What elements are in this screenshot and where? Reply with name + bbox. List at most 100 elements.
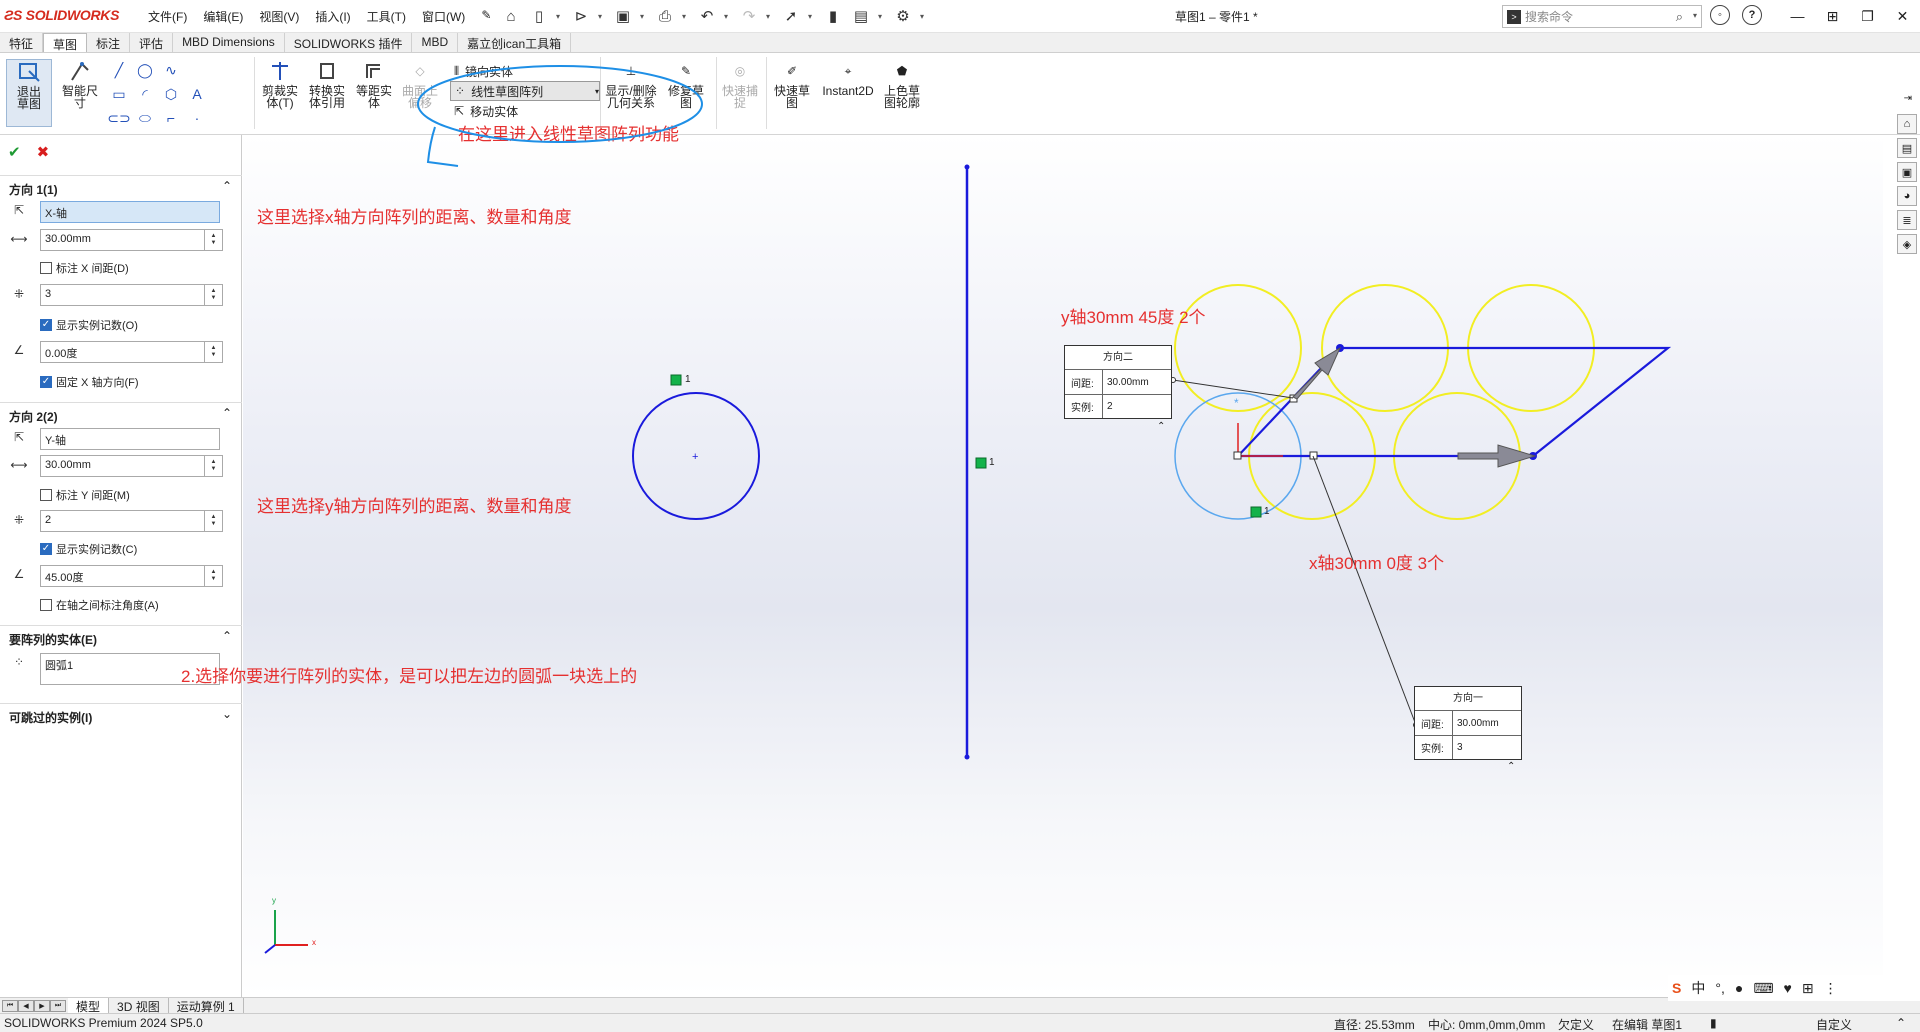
menu-insert[interactable]: 插入(I) [307, 8, 358, 25]
line-icon[interactable]: ╱ [110, 61, 128, 79]
direction2-count-field[interactable]: 2 [40, 510, 205, 532]
user-icon[interactable]: ◦ [1710, 5, 1730, 25]
last-tab-icon[interactable]: ⏭ [50, 999, 66, 1012]
rectangle-icon[interactable]: ▭ [110, 85, 128, 103]
menu-tools[interactable]: 工具(T) [359, 8, 414, 25]
line-endpoint[interactable] [964, 164, 970, 170]
search-icon[interactable]: ⌕ [1676, 9, 1683, 25]
tab-addins[interactable]: SOLIDWORKS 插件 [285, 33, 413, 52]
arc-icon[interactable]: ◜ [136, 85, 154, 103]
checkbox-box[interactable] [40, 599, 52, 611]
direction1-angle-field[interactable]: 0.00度 [40, 341, 205, 363]
appearances-icon[interactable]: ◕ [1897, 186, 1917, 206]
direction1-spacing-field[interactable]: 30.00mm [40, 229, 205, 251]
close-icon[interactable]: ✕ [1885, 4, 1920, 28]
show-count-checkbox[interactable]: ✓ 显示实例记数(C) [40, 541, 137, 557]
circle-icon[interactable]: ◯ [136, 61, 154, 79]
direction1-count-field[interactable]: 3 [40, 284, 205, 306]
chevron-down-icon[interactable]: ▾ [640, 12, 648, 21]
save-icon[interactable]: ▣ [612, 5, 634, 27]
chevron-down-icon[interactable]: ▾ [556, 12, 564, 21]
units-selector[interactable]: 自定义 [1816, 1016, 1852, 1032]
ellipse-icon[interactable]: ⬭ [136, 109, 154, 127]
tab-motion-study[interactable]: 运动算例 1 [169, 998, 244, 1014]
chevron-down-icon[interactable]: ▾ [598, 12, 606, 21]
chevron-down-icon[interactable]: ▾ [724, 12, 732, 21]
dir1-arrow-icon[interactable] [1457, 444, 1537, 468]
chevron-down-icon[interactable]: ▾ [878, 12, 886, 21]
print-icon[interactable]: ⎙ [654, 5, 676, 27]
tab-ican-toolbox[interactable]: 嘉立创ican工具箱 [458, 33, 572, 52]
spinner-icon[interactable]: ▲ ▼ [205, 510, 223, 532]
chevron-up-icon[interactable]: ⌃ [222, 629, 232, 643]
ok-icon[interactable]: ✔ [8, 143, 21, 161]
spinner-icon[interactable]: ▲ ▼ [205, 565, 223, 587]
spacing-value[interactable]: 30.00mm [1103, 377, 1149, 388]
relation-marker-icon[interactable] [975, 457, 987, 469]
microphone-icon[interactable]: ● [1735, 980, 1743, 996]
direction1-header[interactable]: 方向 1(1) ⌃ [0, 175, 242, 197]
ime-language[interactable]: 中 [1691, 978, 1705, 998]
checkbox-box[interactable] [40, 262, 52, 274]
chevron-up-icon[interactable]: ⌃ [222, 179, 232, 193]
search-input[interactable]: > 搜索命令 ⌕ ▾ [1502, 5, 1702, 28]
checkbox-box[interactable]: ✓ [40, 543, 52, 555]
prev-tab-icon[interactable]: ◀ [18, 999, 34, 1012]
undo-icon[interactable]: ↶ [696, 5, 718, 27]
fillet-icon[interactable]: ⌐ [162, 109, 180, 127]
app-logo[interactable]: ƧS SOLIDWORKS [4, 7, 119, 23]
menu-edit[interactable]: 编辑(E) [195, 8, 251, 25]
linear-sketch-pattern-item[interactable]: ⁘ 线性草图阵列 ▾ [450, 81, 600, 101]
tile-icon[interactable]: ⊞ [1815, 4, 1850, 28]
slot-icon[interactable]: ⊂⊃ [107, 109, 130, 127]
gear-icon[interactable]: ⚙ [892, 5, 914, 27]
display-relations-button[interactable]: ⊥ 显示/删除几何关系 [604, 59, 658, 109]
restore-icon[interactable]: ❐ [1850, 4, 1885, 28]
new-icon[interactable]: ▯ [528, 5, 550, 27]
tab-sketch[interactable]: 草图 [43, 33, 88, 52]
dim-angle-checkbox[interactable]: 在轴之间标注角度(A) [40, 597, 159, 613]
chevron-down-icon[interactable]: ▾ [920, 12, 928, 21]
checkbox-box[interactable]: ✓ [40, 376, 52, 388]
chevron-down-icon[interactable]: ▾ [766, 12, 774, 21]
direction2-dimension-box[interactable]: 方向二 间距: 30.00mm 实例: 2 [1064, 345, 1172, 419]
select-arrow-icon[interactable]: ➚ [780, 5, 802, 27]
expand-icon[interactable]: ⇥ [1904, 93, 1912, 104]
first-tab-icon[interactable]: ⏮ [2, 999, 18, 1012]
file-explorer-icon[interactable]: ▣ [1897, 162, 1917, 182]
settings-icon[interactable]: ⋮ [1824, 980, 1838, 997]
solidworks-forum-icon[interactable]: ◈ [1897, 234, 1917, 254]
dim-y-spacing-checkbox[interactable]: 标注 Y 间距(M) [40, 487, 130, 503]
spinner-icon[interactable]: ▲ ▼ [205, 455, 223, 477]
file-properties-icon[interactable]: ▤ [850, 5, 872, 27]
ime-logo-icon[interactable]: S [1672, 980, 1681, 996]
traffic-light-icon[interactable]: ▮ [822, 5, 844, 27]
design-library-icon[interactable]: ▤ [1897, 138, 1917, 158]
direction2-spacing-field[interactable]: 30.00mm [40, 455, 205, 477]
polygon-icon[interactable]: ⬡ [162, 85, 180, 103]
tab-evaluate[interactable]: 评估 [130, 33, 174, 52]
entities-header[interactable]: 要阵列的实体(E) ⌃ [0, 625, 242, 647]
spinner-icon[interactable]: ▲ ▼ [205, 229, 223, 251]
custom-properties-icon[interactable]: ≣ [1897, 210, 1917, 230]
direction1-axis-field[interactable]: X-轴 [40, 201, 220, 223]
direction-arrow-icon[interactable]: ⇱ [8, 199, 30, 221]
convert-entities-button[interactable]: 转换实体引用 [306, 59, 348, 109]
relation-marker-icon[interactable] [1250, 506, 1262, 518]
spacing-value[interactable]: 30.00mm [1453, 718, 1499, 729]
show-count-checkbox[interactable]: ✓ 显示实例记数(O) [40, 317, 138, 333]
pin-icon[interactable]: ✎ [473, 8, 499, 25]
chevron-down-icon[interactable]: ⌄ [222, 707, 232, 721]
skin-icon[interactable]: ♥ [1784, 980, 1792, 996]
minimize-icon[interactable]: — [1780, 4, 1815, 28]
rebuild-icon[interactable]: ▮ [1710, 1016, 1717, 1030]
spinner-icon[interactable]: ▲ ▼ [205, 284, 223, 306]
chevron-down-icon[interactable]: ▾ [808, 12, 816, 21]
chevron-down-icon[interactable]: ▾ [595, 87, 599, 96]
direction1-dimension-box[interactable]: 方向一 间距: 30.00mm 实例: 3 [1414, 686, 1522, 760]
chevron-up-icon[interactable]: ⌃ [1896, 1016, 1906, 1030]
graphics-area[interactable]: + * 1 1 1 y x 在这里进入线性草图阵列功能 这里选择x轴方向阵列的距… [181, 125, 1883, 997]
checkbox-box[interactable] [40, 489, 52, 501]
point-icon[interactable]: · [188, 109, 206, 127]
origin-handle[interactable] [1233, 451, 1242, 460]
